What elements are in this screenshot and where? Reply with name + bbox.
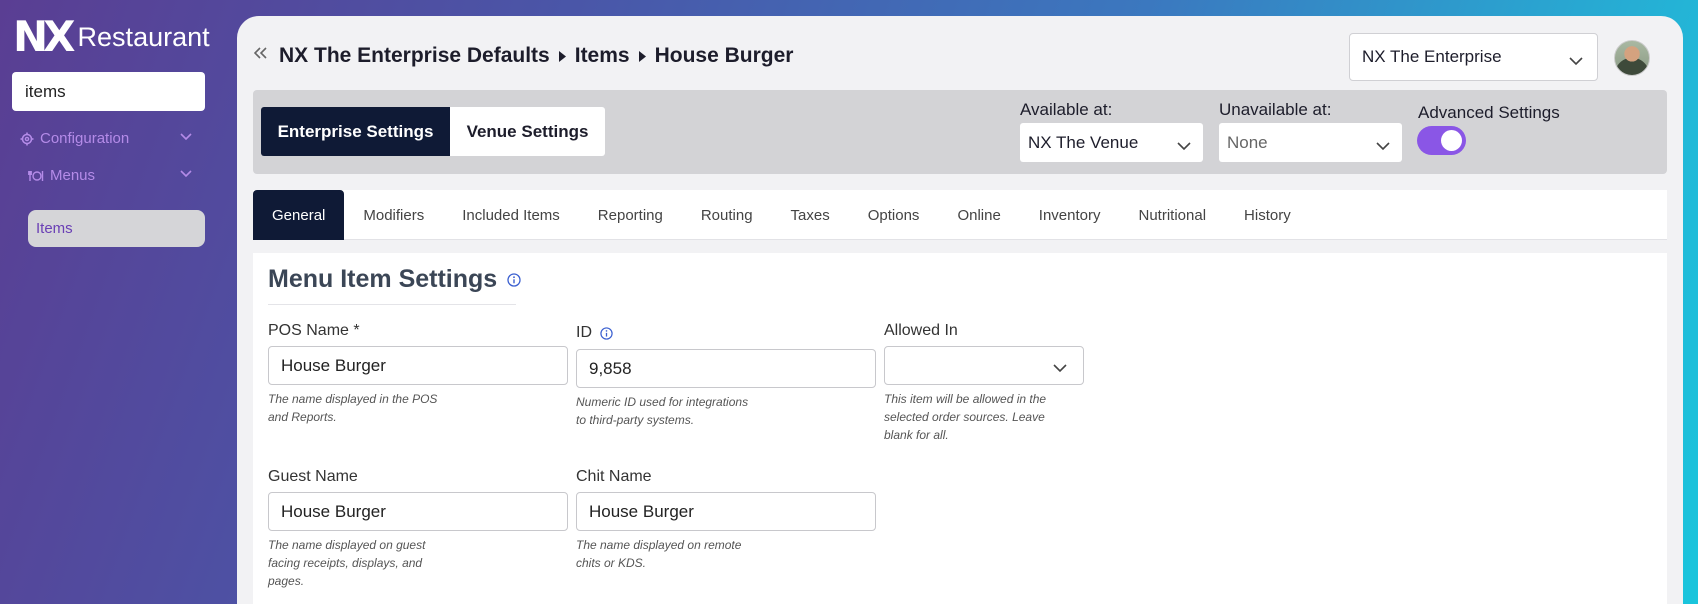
utensils-icon — [28, 169, 44, 183]
chevron-down-icon — [1053, 360, 1067, 378]
chevron-down-icon — [1569, 51, 1583, 71]
advanced-settings-toggle[interactable] — [1417, 126, 1466, 155]
caret-right-icon — [558, 50, 566, 62]
chevron-down-icon[interactable] — [180, 133, 192, 141]
enterprise-settings-button[interactable]: Enterprise Settings — [261, 107, 450, 156]
available-at-value: NX The Venue — [1028, 132, 1139, 152]
info-icon[interactable] — [507, 272, 521, 287]
id-help: Numeric ID used for integrations to thir… — [576, 395, 749, 427]
sidebar-group-label: Menus — [50, 167, 96, 184]
avatar[interactable] — [1614, 40, 1650, 76]
toggle-knob — [1441, 130, 1462, 151]
id-input[interactable] — [576, 349, 876, 388]
unavailable-at-value: None — [1227, 132, 1268, 152]
unavailable-at-select[interactable]: None — [1219, 123, 1402, 162]
sidebar-group-menus[interactable]: Menus — [28, 167, 95, 184]
breadcrumb-item: House Burger — [654, 44, 794, 67]
tab-inventory[interactable]: Inventory — [1020, 190, 1120, 240]
tab-included-items[interactable]: Included Items — [443, 190, 579, 240]
tab-nutritional[interactable]: Nutritional — [1120, 190, 1226, 240]
guest-name-help: The name displayed on guest facing recei… — [268, 538, 426, 588]
pos-name-help: The name displayed in the POS and Report… — [268, 392, 438, 424]
enterprise-select[interactable]: NX The Enterprise — [1349, 33, 1598, 81]
sidebar: NX Restaurant Configuration Menus Items — [0, 0, 237, 604]
page-header: NX The Enterprise Defaults Items House B… — [237, 16, 1683, 90]
collapse-sidebar-icon[interactable] — [253, 46, 268, 64]
allowed-in-help: This item will be allowed in the selecte… — [884, 392, 1047, 442]
tab-online[interactable]: Online — [938, 190, 1019, 240]
title-divider — [268, 304, 516, 305]
tab-taxes[interactable]: Taxes — [772, 190, 849, 240]
app-logo[interactable]: NX Restaurant — [13, 12, 210, 61]
tab-history[interactable]: History — [1225, 190, 1310, 240]
settings-bar: Enterprise Settings Venue Settings Avail… — [253, 90, 1667, 174]
sidebar-search-input[interactable] — [12, 72, 205, 111]
advanced-settings-label: Advanced Settings — [1418, 103, 1560, 122]
main-panel: NX The Enterprise Defaults Items House B… — [237, 16, 1683, 604]
breadcrumb-item[interactable]: NX The Enterprise Defaults — [279, 44, 550, 68]
guest-name-input[interactable] — [268, 492, 568, 531]
gear-icon — [20, 132, 34, 146]
allowed-in-label: Allowed In — [884, 322, 958, 339]
info-icon[interactable] — [600, 326, 613, 340]
tab-general[interactable]: General — [253, 190, 345, 240]
unavailable-at-label: Unavailable at: — [1219, 100, 1332, 119]
available-at-select[interactable]: NX The Venue — [1020, 123, 1203, 162]
breadcrumb: NX The Enterprise Defaults Items House B… — [279, 44, 793, 68]
tab-reporting[interactable]: Reporting — [579, 190, 682, 240]
chit-name-label: Chit Name — [576, 468, 652, 485]
tab-bar: General Modifiers Included Items Reporti… — [253, 190, 1667, 240]
sidebar-item-label: Items — [36, 220, 73, 237]
pos-name-input[interactable] — [268, 346, 568, 385]
tab-routing[interactable]: Routing — [682, 190, 772, 240]
menu-item-settings-card: Menu Item Settings POS Name * The name d… — [253, 253, 1667, 604]
id-label-text: ID — [576, 324, 592, 341]
chevron-down-icon — [1376, 136, 1390, 156]
chevron-down-icon[interactable] — [180, 170, 192, 178]
enterprise-select-value: NX The Enterprise — [1362, 47, 1502, 66]
logo-text: Restaurant — [77, 22, 210, 52]
id-label: ID — [576, 324, 613, 342]
tab-options[interactable]: Options — [849, 190, 939, 240]
allowed-in-select[interactable] — [884, 346, 1084, 385]
chit-name-input[interactable] — [576, 492, 876, 531]
available-at-label: Available at: — [1020, 100, 1113, 119]
chevron-down-icon — [1177, 136, 1191, 156]
caret-right-icon — [638, 50, 646, 62]
venue-settings-button[interactable]: Venue Settings — [450, 107, 605, 156]
breadcrumb-item[interactable]: Items — [575, 44, 630, 68]
tab-modifiers[interactable]: Modifiers — [344, 190, 443, 240]
chit-name-help: The name displayed on remote chits or KD… — [576, 538, 742, 570]
sidebar-item-items[interactable]: Items — [28, 210, 205, 247]
pos-name-label: POS Name * — [268, 322, 360, 339]
sidebar-group-label: Configuration — [40, 130, 130, 147]
section-title: Menu Item Settings — [268, 265, 521, 294]
section-title-text: Menu Item Settings — [268, 265, 498, 293]
sidebar-group-configuration[interactable]: Configuration — [20, 130, 129, 147]
logo-mark: NX — [13, 12, 76, 61]
guest-name-label: Guest Name — [268, 468, 358, 485]
